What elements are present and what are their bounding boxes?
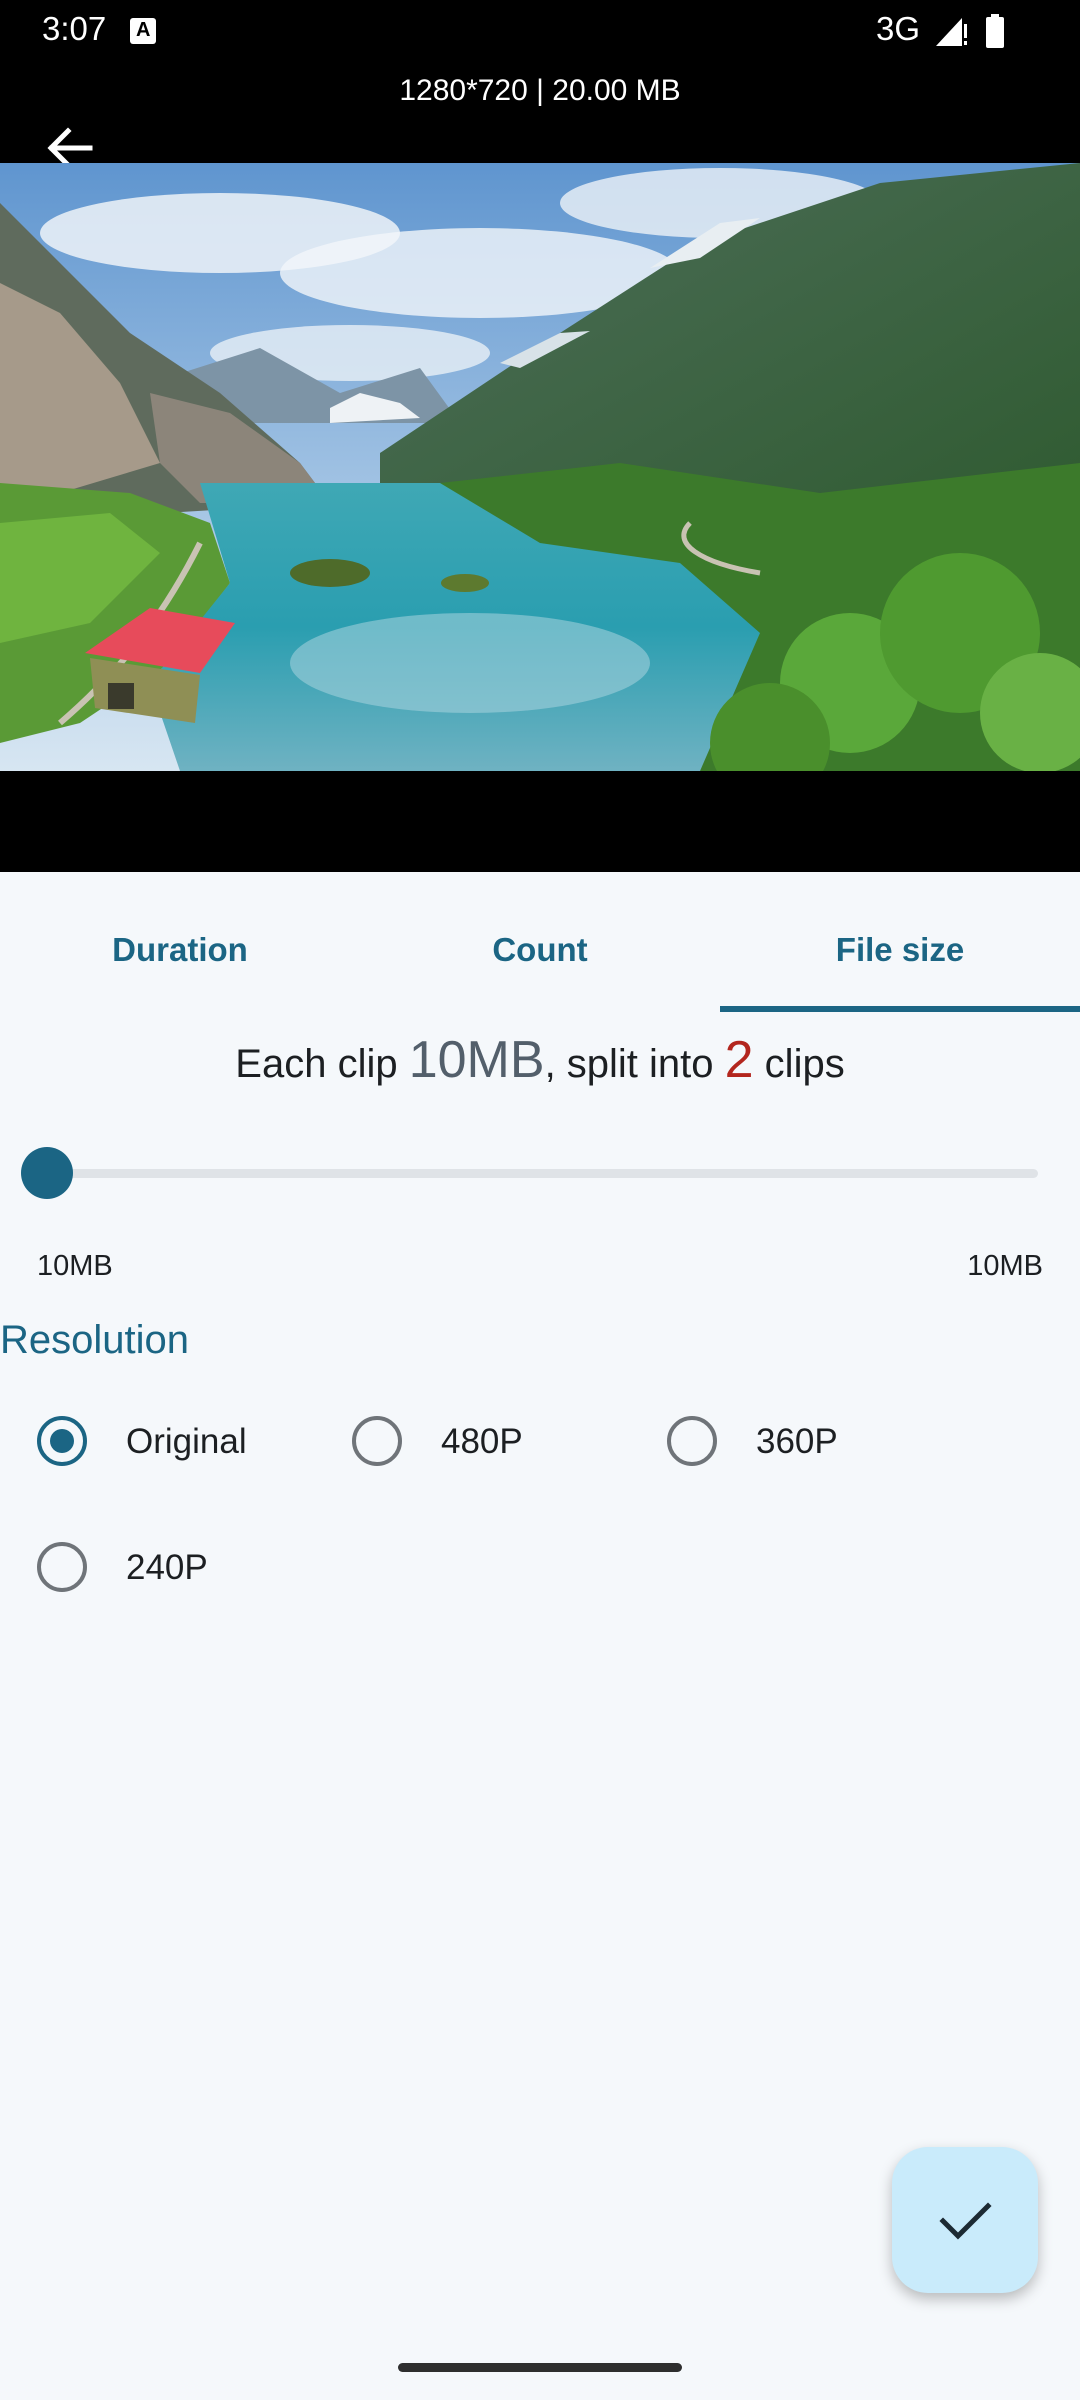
radio-unchecked-icon[interactable] xyxy=(37,1542,87,1592)
battery-icon xyxy=(986,14,1004,48)
a-icon: A xyxy=(130,18,156,44)
size-slider-track[interactable] xyxy=(46,1169,1038,1178)
resolution-option-label: 240P xyxy=(126,1548,208,1587)
resolution-option-240p[interactable]: 240P xyxy=(37,1526,297,1606)
video-frame-image xyxy=(0,163,1080,771)
confirm-button[interactable] xyxy=(892,2147,1038,2293)
home-indicator[interactable] xyxy=(398,2363,682,2372)
resolution-option-480p[interactable]: 480P xyxy=(352,1400,612,1480)
status-bar: 3:07 A 3G xyxy=(0,0,1080,62)
video-info: 1280*720 | 20.00 MB xyxy=(399,74,681,107)
radio-unchecked-icon[interactable] xyxy=(352,1416,402,1466)
tab-duration[interactable]: Duration xyxy=(0,872,360,1014)
network-type: 3G xyxy=(876,10,921,47)
split-summary: Each clip 10MB, split into 2 clips xyxy=(0,1030,1080,1090)
resolution-option-label: Original xyxy=(126,1422,247,1461)
resolution-option-label: 360P xyxy=(756,1422,838,1461)
radio-checked-icon[interactable] xyxy=(37,1416,87,1466)
resolution-option-label: 480P xyxy=(441,1422,523,1461)
summary-middle: , split into xyxy=(544,1042,725,1086)
slider-min-label: 10MB xyxy=(37,1250,113,1282)
tab-file-size[interactable]: File size xyxy=(720,872,1080,1014)
screen: 3:07 A 3G 1280*720 | 20.00 MB Duration C… xyxy=(0,0,1080,2400)
split-mode-tabs: Duration Count File size xyxy=(0,872,1080,1014)
tab-selected-indicator xyxy=(720,1006,1080,1012)
resolution-title: Resolution xyxy=(0,1318,190,1362)
slider-max-label: 10MB xyxy=(967,1250,1043,1282)
resolution-option-360p[interactable]: 360P xyxy=(667,1400,927,1480)
summary-suffix: clips xyxy=(753,1042,845,1086)
resolution-option-original[interactable]: Original xyxy=(37,1400,297,1480)
tab-count[interactable]: Count xyxy=(360,872,720,1014)
clip-count-value: 2 xyxy=(724,1031,754,1089)
radio-unchecked-icon[interactable] xyxy=(667,1416,717,1466)
size-slider-thumb[interactable] xyxy=(21,1147,73,1199)
check-icon xyxy=(939,2202,992,2240)
clip-size-value: 10MB xyxy=(408,1031,545,1089)
status-time: 3:07 xyxy=(42,10,107,47)
signal-icon xyxy=(936,18,967,46)
summary-prefix: Each clip xyxy=(235,1042,409,1086)
